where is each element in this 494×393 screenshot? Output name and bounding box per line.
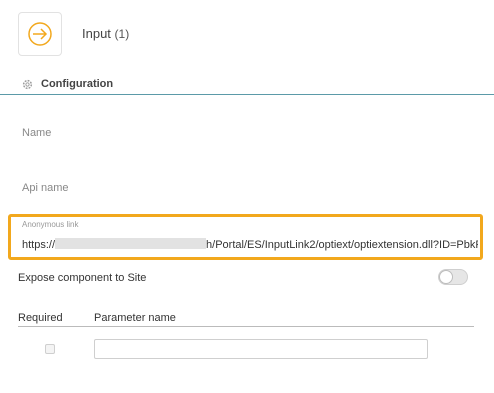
anonymous-link-highlight [8, 214, 483, 260]
anonymous-link-suffix: h/Portal/ES/InputLink2/optiext/optiexten… [206, 239, 478, 251]
required-column-header: Required [18, 312, 63, 324]
anonymous-link-value[interactable]: https:// h/Portal/ES/InputLink2/optiext/o… [22, 238, 478, 252]
component-title: Input (1) [82, 26, 129, 41]
expose-toggle[interactable] [438, 269, 468, 285]
api-name-field-label: Api name [22, 182, 69, 194]
arrow-right-circle-icon [28, 22, 52, 46]
name-field-label: Name [22, 127, 52, 139]
toggle-knob [439, 270, 453, 284]
configuration-label: Configuration [41, 78, 114, 90]
component-icon-box [18, 12, 62, 56]
component-count: (1) [114, 27, 130, 41]
parameter-name-column-header: Parameter name [94, 312, 176, 324]
configuration-header: Configuration [22, 78, 113, 90]
table-header-divider [18, 326, 474, 327]
configuration-divider [0, 94, 494, 95]
expose-label: Expose component to Site [18, 272, 147, 284]
anonymous-link-prefix: https:// [22, 239, 56, 251]
component-title-text: Input [82, 26, 111, 41]
redacted-host [55, 238, 207, 249]
anonymous-link-label: Anonymous link [22, 220, 79, 229]
parameter-name-input[interactable] [94, 339, 428, 359]
gear-icon [22, 79, 33, 89]
required-checkbox[interactable] [45, 344, 55, 354]
